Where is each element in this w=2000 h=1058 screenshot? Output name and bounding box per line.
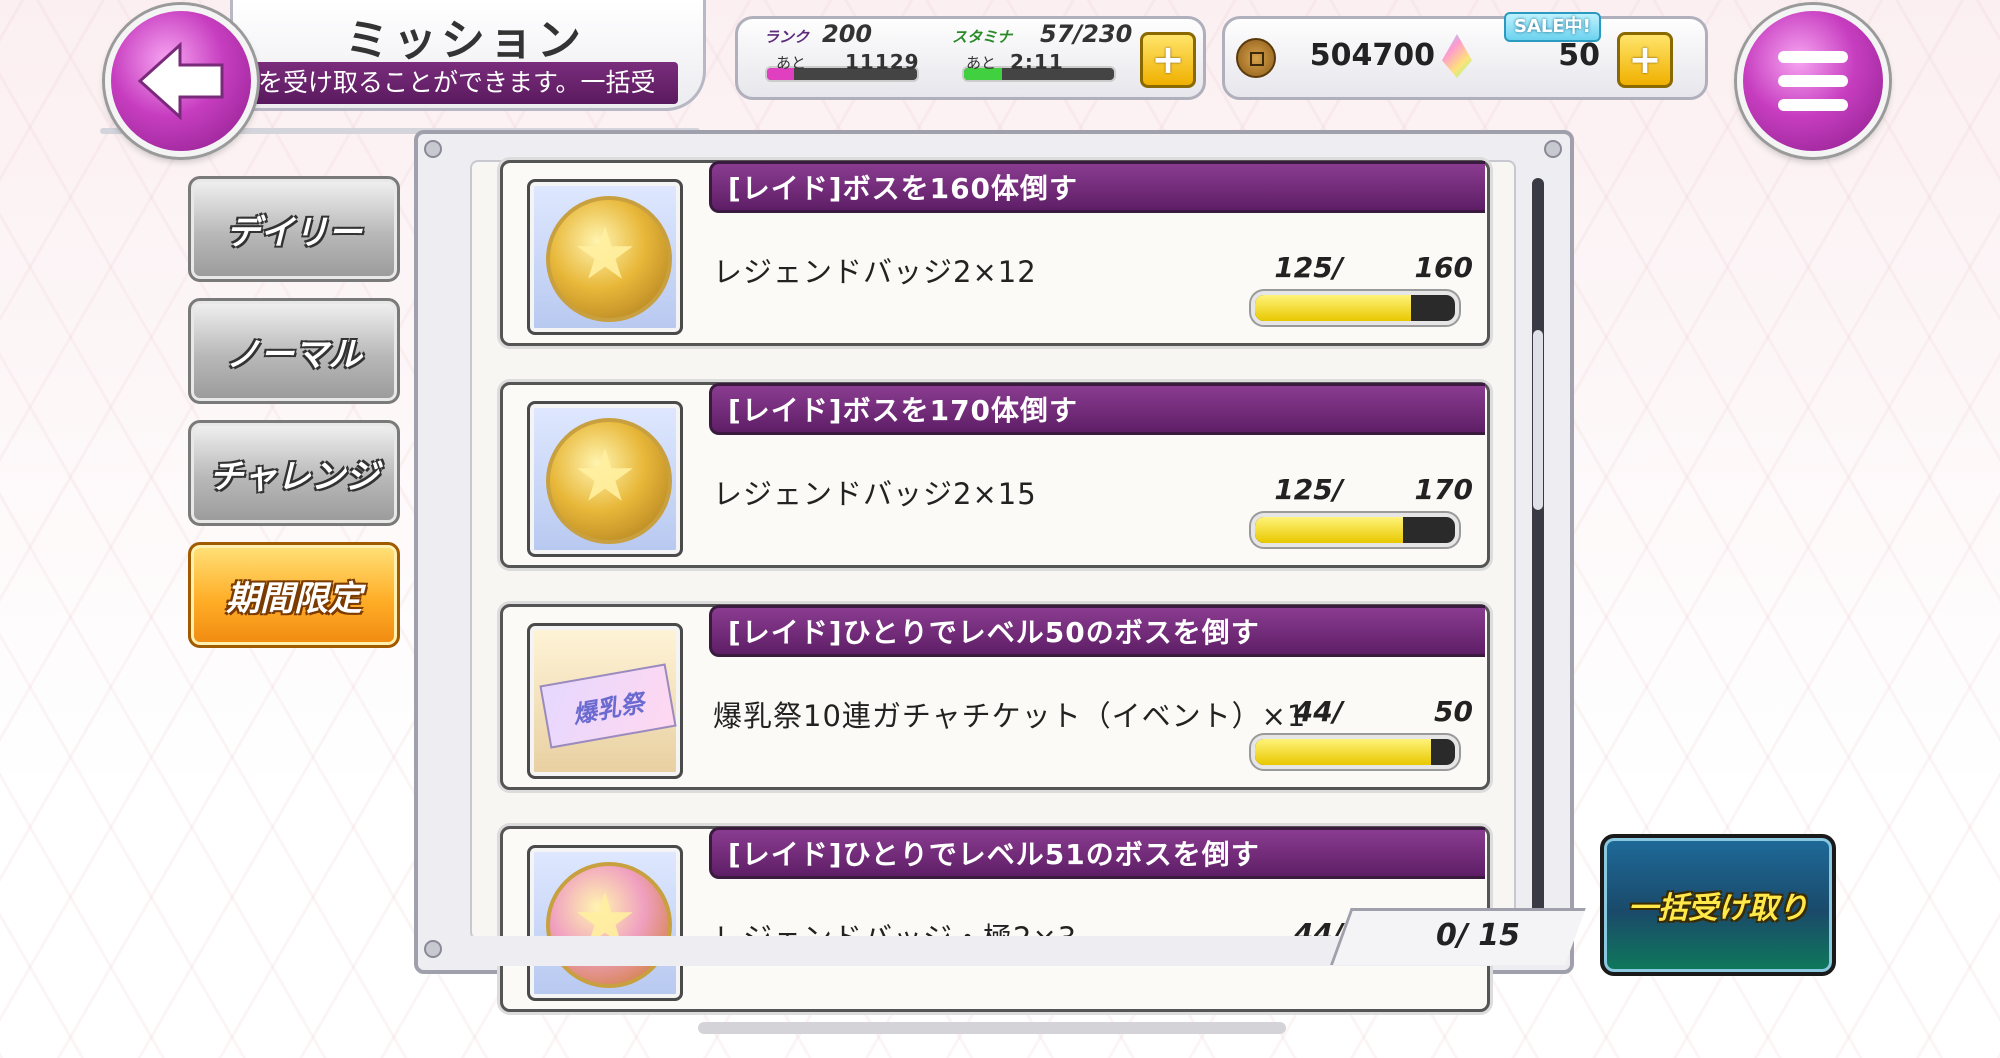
rank-value: 200 bbox=[822, 20, 873, 48]
reward-thumbnail bbox=[527, 845, 683, 1001]
stamina-next-value: 2:11 bbox=[1010, 50, 1064, 74]
bolt-decoration bbox=[424, 940, 442, 958]
reward-thumbnail bbox=[527, 401, 683, 557]
stamina-value: 57/230 bbox=[1040, 20, 1133, 48]
progress-fill bbox=[1255, 517, 1403, 543]
legend-badge-icon bbox=[546, 196, 672, 322]
rank-label: ランク bbox=[764, 28, 810, 46]
mission-progress-current: 125/ bbox=[1274, 473, 1343, 506]
mission-card: [レイド]ボスを160体倒す レジェンドバッジ2×12 125/ 160 bbox=[500, 160, 1490, 346]
tab-normal[interactable]: ノーマル bbox=[188, 298, 400, 404]
progress-fill bbox=[1255, 739, 1431, 765]
mission-title: [レイド]ボスを160体倒す bbox=[709, 161, 1485, 213]
home-indicator bbox=[698, 1022, 1286, 1034]
mission-card: [レイド]ボスを170体倒す レジェンドバッジ2×15 125/ 170 bbox=[500, 382, 1490, 568]
mission-progress-current: 44/ bbox=[1293, 695, 1343, 728]
mission-progress-target: 50 bbox=[1434, 695, 1473, 728]
marquee-banner: を受け取ることができます。一括受 bbox=[252, 62, 678, 104]
scrollbar-track[interactable] bbox=[1532, 178, 1544, 918]
tab-challenge[interactable]: チャレンジ bbox=[188, 420, 400, 526]
mission-progress-current: 125/ bbox=[1274, 251, 1343, 284]
hamburger-icon-line bbox=[1778, 99, 1848, 111]
gem-value: 50 bbox=[1558, 38, 1600, 73]
mission-progress-bar bbox=[1251, 513, 1459, 547]
mission-title: [レイド]ボスを170体倒す bbox=[709, 383, 1485, 435]
gem-plus-button[interactable]: + bbox=[1617, 32, 1673, 88]
mission-card: [レイド]ひとりでレベル51のボスを倒す レジェンドバッジ・極2×3 44/ bbox=[500, 826, 1490, 1012]
mission-reward: レジェンドバッジ2×15 bbox=[713, 477, 1037, 511]
gacha-ticket-icon: 爆乳祭 bbox=[539, 663, 677, 749]
menu-button[interactable] bbox=[1737, 5, 1889, 157]
rank-next-value: 11129 bbox=[845, 50, 920, 74]
completed-count: 0/ 15 bbox=[1435, 918, 1520, 953]
progress-fill bbox=[1255, 295, 1411, 321]
stamina-label: スタミナ bbox=[952, 28, 1013, 46]
back-button[interactable] bbox=[105, 5, 257, 157]
bolt-decoration bbox=[424, 140, 442, 158]
coin-icon bbox=[1236, 38, 1276, 78]
mission-progress-target: 160 bbox=[1414, 251, 1473, 284]
back-arrow-icon bbox=[137, 41, 224, 121]
plus-icon: + bbox=[1151, 37, 1185, 83]
page-title: ミッション bbox=[345, 15, 585, 66]
mission-reward: 爆乳祭10連ガチャチケット（イベント）×1 bbox=[713, 699, 1307, 733]
hamburger-icon-line bbox=[1778, 75, 1848, 87]
hamburger-icon bbox=[1778, 51, 1848, 63]
stamina-plus-button[interactable]: + bbox=[1140, 32, 1196, 88]
scrollbar-thumb[interactable] bbox=[1533, 330, 1543, 510]
money-value: 504700 bbox=[1309, 38, 1435, 73]
legend-badge-kiwami-icon bbox=[546, 862, 672, 988]
mission-title: [レイド]ひとりでレベル51のボスを倒す bbox=[709, 827, 1485, 879]
reward-thumbnail bbox=[527, 179, 683, 335]
plus-icon: + bbox=[1628, 37, 1662, 83]
tab-limited[interactable]: 期間限定 bbox=[188, 542, 400, 648]
stamina-next-label: あと bbox=[966, 54, 997, 72]
mission-card: 爆乳祭 [レイド]ひとりでレベル50のボスを倒す 爆乳祭10連ガチャチケット（イ… bbox=[500, 604, 1490, 790]
bolt-decoration bbox=[1544, 140, 1562, 158]
reward-thumbnail: 爆乳祭 bbox=[527, 623, 683, 779]
tab-daily[interactable]: デイリー bbox=[188, 176, 400, 282]
bulk-receive-button[interactable]: 一括受け取り bbox=[1600, 834, 1836, 976]
rank-next-label: あと bbox=[776, 54, 807, 72]
mission-reward: レジェンドバッジ2×12 bbox=[713, 255, 1037, 289]
mission-progress-bar bbox=[1251, 291, 1459, 325]
mission-title: [レイド]ひとりでレベル50のボスを倒す bbox=[709, 605, 1485, 657]
legend-badge-icon bbox=[546, 418, 672, 544]
mission-progress-target: 170 bbox=[1414, 473, 1473, 506]
mission-progress-bar bbox=[1251, 735, 1459, 769]
